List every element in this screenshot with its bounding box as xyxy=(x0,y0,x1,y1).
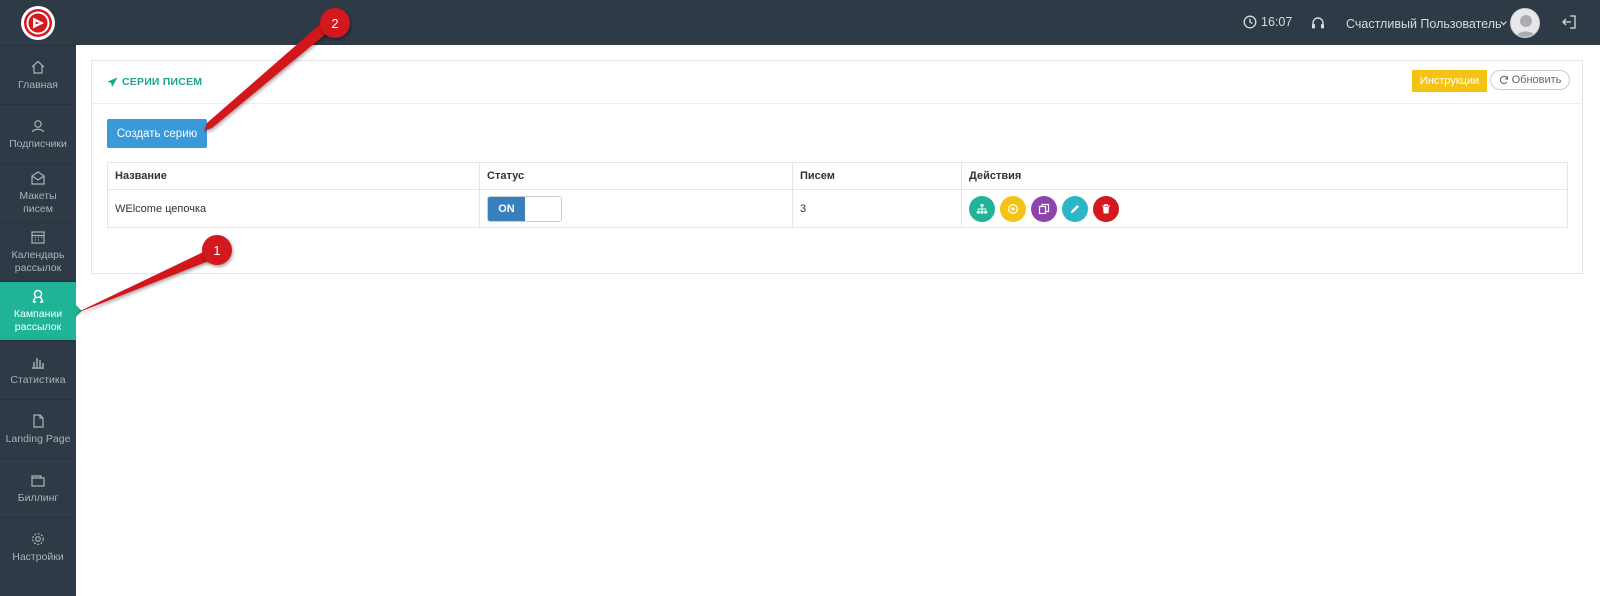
panel-header: СЕРИИ ПИСЕМ Инструкции Обновить xyxy=(92,61,1582,104)
series-table: Название Статус Писем Действия WElcome ц… xyxy=(107,162,1568,228)
clock-time: 16:07 xyxy=(1261,15,1293,29)
sidebar-item-landing-page[interactable]: Landing Page xyxy=(0,399,76,458)
calendar-icon xyxy=(31,231,45,244)
sidebar-item-settings[interactable]: Настройки xyxy=(0,517,76,576)
gear-icon xyxy=(32,532,44,545)
sidebar-item-billing[interactable]: Биллинг xyxy=(0,458,76,517)
sidebar-item-campaigns[interactable]: Кампании рассылок xyxy=(0,281,82,340)
annotation-marker-1: 1 xyxy=(202,235,232,265)
user-avatar-icon xyxy=(1515,15,1537,37)
panel-title-text: СЕРИИ ПИСЕМ xyxy=(122,76,203,88)
instructions-button[interactable]: Инструкции xyxy=(1412,70,1487,92)
status-toggle[interactable]: ON xyxy=(487,195,562,222)
target-action-button[interactable] xyxy=(1000,195,1026,222)
avatar[interactable] xyxy=(1510,8,1540,38)
column-header-letters[interactable]: Писем xyxy=(792,162,962,190)
delete-action-button[interactable] xyxy=(1093,195,1119,222)
sidebar-item-label: Landing Page xyxy=(5,432,71,445)
paper-plane-icon xyxy=(107,76,118,87)
structure-action-button[interactable] xyxy=(969,195,995,222)
copy-action-button[interactable] xyxy=(1031,195,1057,222)
series-actions-cell xyxy=(961,189,1568,228)
column-header-actions: Действия xyxy=(961,162,1568,190)
sidebar-item-calendar[interactable]: Календарь рассылок xyxy=(0,222,76,281)
target-icon xyxy=(1008,203,1018,214)
envelope-icon xyxy=(31,171,45,185)
sidebar-item-label: Настройки xyxy=(12,550,64,563)
sidebar: Главная Подписчики Макеты писем Календар… xyxy=(0,0,82,596)
wallet-icon xyxy=(31,474,45,487)
annotation-marker-2: 2 xyxy=(320,8,350,38)
panel-title: СЕРИИ ПИСЕМ xyxy=(107,76,202,88)
table-header-row: Название Статус Писем Действия xyxy=(107,162,1568,190)
sidebar-item-subscribers[interactable]: Подписчики xyxy=(0,104,76,163)
chevron-down-icon[interactable] xyxy=(1499,19,1508,27)
sidebar-item-statistics[interactable]: Статистика xyxy=(0,340,76,399)
campaign-icon xyxy=(32,289,44,303)
sidebar-item-label: Биллинг xyxy=(17,491,59,504)
sidebar-item-label: Макеты писем xyxy=(19,190,57,215)
series-status-cell: ON xyxy=(479,189,793,228)
campaign-series-panel: СЕРИИ ПИСЕМ Инструкции Обновить Создать … xyxy=(91,60,1583,274)
sitemap-icon xyxy=(976,203,988,213)
headset-icon[interactable] xyxy=(1310,15,1326,31)
bar-chart-icon xyxy=(32,357,44,369)
column-header-name[interactable]: Название xyxy=(107,162,480,190)
sidebar-item-label: Статистика xyxy=(10,373,66,386)
app-logo-icon[interactable] xyxy=(21,5,55,40)
file-icon xyxy=(33,413,44,428)
sidebar-item-templates[interactable]: Макеты писем xyxy=(0,163,76,222)
user-name[interactable]: Счастливый Пользователь xyxy=(1346,17,1502,31)
app: Главная Подписчики Макеты писем Календар… xyxy=(0,0,1600,596)
column-header-status[interactable]: Статус xyxy=(479,162,793,190)
topbar: 16:07 Счастливый Пользователь xyxy=(76,0,1600,45)
series-letters-count: 3 xyxy=(792,189,962,228)
clock-icon xyxy=(1243,15,1257,29)
copy-icon xyxy=(1038,203,1050,214)
users-icon xyxy=(31,119,45,132)
pencil-icon xyxy=(1071,204,1079,213)
sidebar-item-home[interactable]: Главная xyxy=(0,45,76,104)
sidebar-item-label: Главная xyxy=(18,78,58,91)
sidebar-item-label: Календарь рассылок xyxy=(11,249,65,274)
clock: 16:07 xyxy=(1243,15,1292,29)
table-row: WElcome цепочка ON 3 xyxy=(107,189,1568,228)
sidebar-item-label: Кампании рассылок xyxy=(13,308,63,333)
create-series-button[interactable]: Создать серию xyxy=(107,119,207,148)
edit-action-button[interactable] xyxy=(1062,195,1088,222)
status-toggle-off xyxy=(525,196,561,221)
home-icon xyxy=(31,60,45,74)
series-name[interactable]: WElcome цепочка xyxy=(107,189,480,228)
action-buttons xyxy=(969,195,1560,222)
logo-box[interactable] xyxy=(0,0,76,45)
status-toggle-on: ON xyxy=(488,196,525,221)
sidebar-item-label: Подписчики xyxy=(9,137,67,150)
logout-icon[interactable] xyxy=(1561,14,1577,30)
refresh-button-label: Обновить xyxy=(1511,74,1562,86)
refresh-icon xyxy=(1499,75,1508,85)
trash-icon xyxy=(1102,203,1110,213)
refresh-button[interactable]: Обновить xyxy=(1490,70,1570,90)
